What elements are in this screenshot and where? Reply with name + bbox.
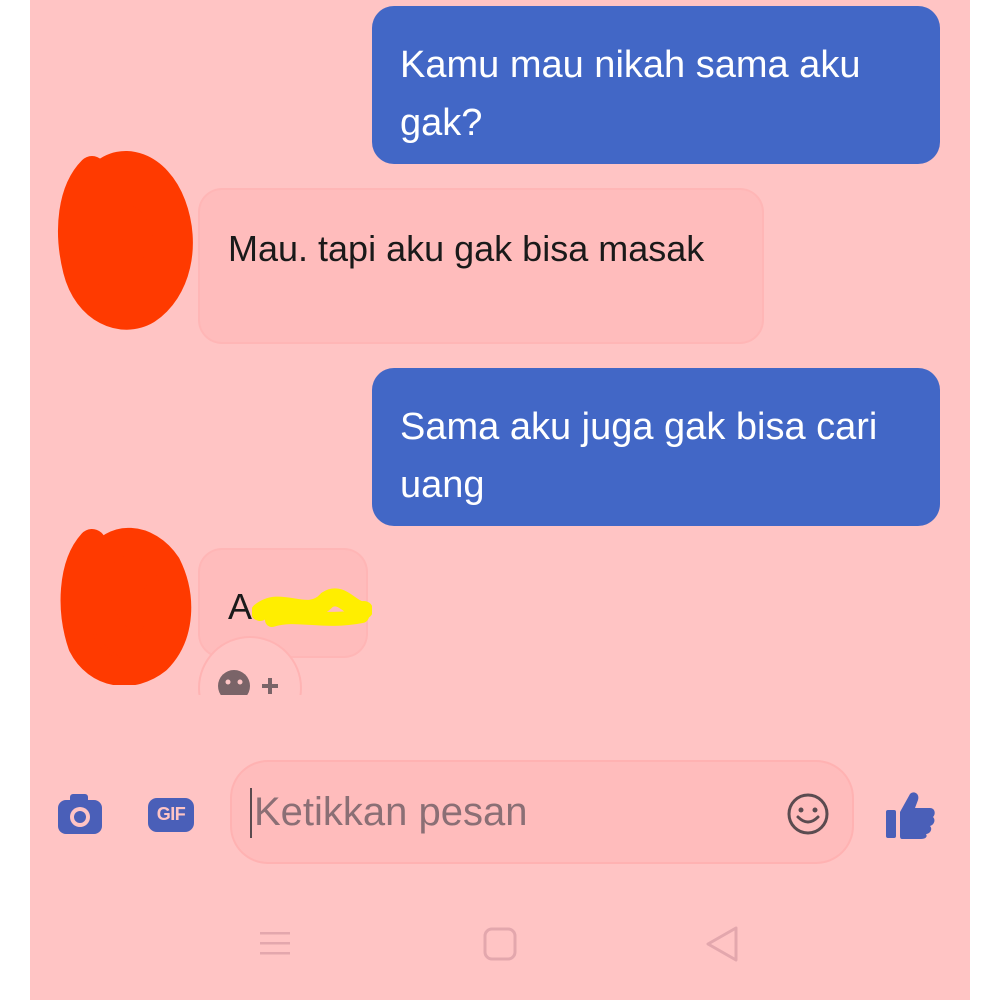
- gif-button[interactable]: GIF: [148, 798, 194, 832]
- message-text: Sama aku juga gak bisa cari uang: [400, 406, 878, 506]
- message-text: Mau. tapi aku gak bisa masak: [228, 228, 705, 269]
- text-caret: [250, 788, 252, 838]
- message-bubble-outgoing[interactable]: Kamu mau nikah sama aku gak?: [372, 6, 940, 164]
- message-bubble-incoming[interactable]: Mau. tapi aku gak bisa masak: [200, 190, 762, 342]
- camera-icon[interactable]: [56, 792, 104, 836]
- message-text: Kamu mau nikah sama aku gak?: [400, 44, 861, 144]
- message-text: A: [228, 586, 253, 627]
- redacted-avatar: [58, 151, 193, 330]
- redacted-avatar: [60, 527, 192, 685]
- chat-area-divider: [30, 695, 970, 740]
- message-input[interactable]: Ketikkan pesan: [232, 762, 852, 862]
- message-bubble-outgoing[interactable]: Sama aku juga gak bisa cari uang: [372, 368, 940, 526]
- message-composer: GIF Ketikkan pesan: [30, 740, 970, 900]
- message-input-placeholder: Ketikkan pesan: [254, 790, 528, 834]
- system-navigation-bar: [30, 900, 970, 1000]
- redaction-highlight: [252, 588, 372, 627]
- gif-icon: GIF: [156, 804, 186, 824]
- home-square-icon[interactable]: [482, 926, 518, 962]
- thumbs-up-icon[interactable]: [884, 790, 936, 840]
- smiley-icon[interactable]: [786, 792, 830, 836]
- back-triangle-icon[interactable]: [702, 924, 742, 964]
- chat-screen: Kamu mau nikah sama aku gak? Mau. tapi a…: [30, 0, 970, 1000]
- menu-icon[interactable]: [258, 928, 292, 960]
